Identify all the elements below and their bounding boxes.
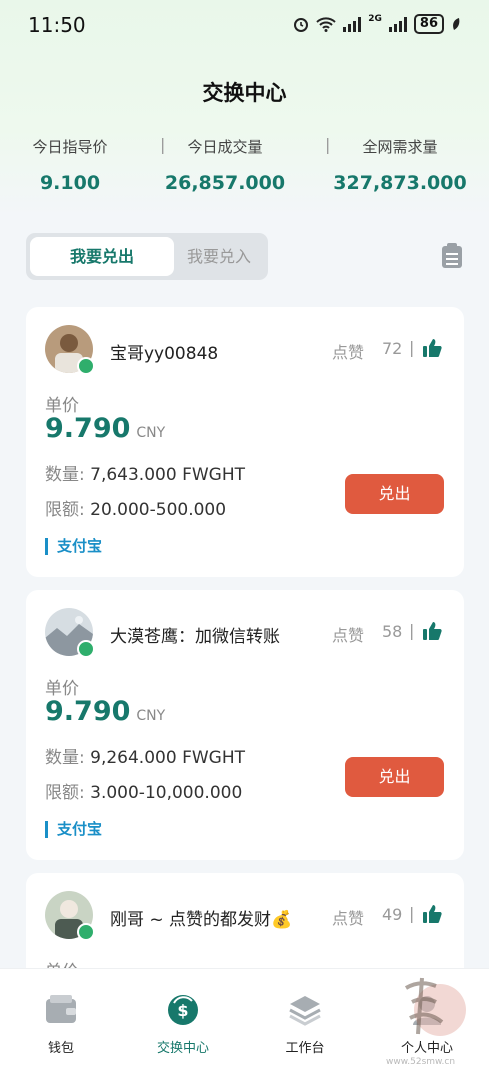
battery-icon: 86 (413, 14, 444, 34)
watermark-url: www.52smw.cn (386, 1057, 456, 1067)
status-icons: 2G 86 (293, 14, 461, 34)
online-indicator (77, 923, 95, 941)
sell-button[interactable]: 兑出 (345, 474, 444, 514)
tab-buy-in[interactable]: 我要兑入 (174, 237, 264, 276)
likes-separator: | (409, 621, 415, 640)
unit-price: 9.790 CNY (45, 413, 165, 444)
online-indicator (77, 357, 95, 375)
exchange-icon: $ (168, 995, 198, 1025)
nav-label: 工作台 (285, 1041, 325, 1056)
price-value: 9.790 (45, 413, 131, 444)
buy-sell-toggle: 我要兑出 我要兑入 (26, 233, 268, 280)
likes-label: 点赞 (332, 909, 365, 928)
listing-card: 宝哥yy00848 点赞 72 | 单价 9.790 CNY 数量: 7,643.… (26, 307, 464, 577)
thumbs-up-icon[interactable] (422, 338, 442, 358)
alarm-icon (294, 18, 309, 32)
stat-label-guide-price: 今日指导价 (32, 138, 108, 156)
quantity-row: 数量: 9,264.000 FWGHT (45, 743, 245, 768)
payment-method: 支付宝 (45, 538, 102, 555)
quantity-label: 数量: (45, 748, 85, 768)
seller-name: 刚哥 ~ 点赞的都发财💰 (110, 910, 293, 930)
quantity-label: 数量: (45, 465, 85, 485)
nav-label: 钱包 (47, 1041, 74, 1056)
likes-separator: | (409, 338, 415, 357)
sell-button[interactable]: 兑出 (345, 757, 444, 797)
listing-card: 刚哥 ~ 点赞的都发财💰 点赞 49 | 单价 (26, 873, 464, 983)
online-indicator (77, 640, 95, 658)
unit-price: 9.790 CNY (45, 696, 165, 727)
svg-text:$: $ (177, 1001, 188, 1020)
quantity-row: 数量: 7,643.000 FWGHT (45, 460, 245, 485)
limit-row: 限额: 20.000-500.000 (45, 495, 226, 520)
price-value: 9.790 (45, 696, 131, 727)
layers-icon (289, 996, 321, 1026)
stat-label-volume: 今日成交量 (187, 138, 263, 156)
listing-card: 大漠苍鹰：加微信转账 点赞 58 | 单价 9.790 CNY 数量: 9,264… (26, 590, 464, 860)
limit-value: 20.000-500.000 (90, 500, 227, 520)
limit-label: 限额: (45, 783, 85, 803)
thumbs-up-icon[interactable] (422, 621, 442, 641)
seller-name: 宝哥yy00848 (110, 344, 219, 364)
quantity-value: 7,643.000 FWGHT (90, 465, 245, 485)
stat-value-volume: 26,857.000 (164, 172, 286, 194)
watermark-seal (404, 977, 466, 1036)
likes-separator: | (409, 904, 415, 923)
clock: 11:50 (28, 13, 86, 37)
limit-value: 3.000-10,000.000 (90, 783, 243, 803)
stat-value-guide-price: 9.100 (39, 172, 101, 194)
stat-value-demand: 327,873.000 (333, 172, 467, 194)
currency: CNY (136, 425, 166, 441)
status-bar: 11:50 2G 86 (0, 0, 489, 50)
network-type: 2G (368, 14, 382, 24)
likes-label: 点赞 (332, 343, 365, 362)
nav-wallet[interactable]: 钱包 (0, 969, 122, 1081)
tab-sell-out[interactable]: 我要兑出 (30, 237, 174, 276)
payment-method: 支付宝 (45, 821, 102, 838)
stat-label-demand: 全网需求量 (362, 138, 438, 156)
nav-exchange[interactable]: $ 交换中心 (122, 969, 244, 1081)
limit-label: 限额: (45, 500, 85, 520)
thumbs-up-icon[interactable] (422, 904, 442, 924)
signal-icon-2 (388, 16, 407, 32)
limit-row: 限额: 3.000-10,000.000 (45, 778, 242, 803)
signal-icon (343, 16, 362, 32)
likes-count: 72 (382, 339, 403, 358)
nav-label: 交换中心 (156, 1041, 209, 1056)
wallet-icon (46, 995, 76, 1023)
clipboard-icon[interactable] (441, 243, 463, 269)
leaf-icon (453, 18, 460, 30)
page-title: 交换中心 (202, 81, 287, 105)
currency: CNY (136, 708, 166, 724)
nav-workbench[interactable]: 工作台 (244, 969, 366, 1081)
likes-count: 49 (382, 905, 403, 924)
seller-name: 大漠苍鹰：加微信转账 (110, 627, 280, 647)
quantity-value: 9,264.000 FWGHT (90, 748, 245, 768)
likes-label: 点赞 (332, 626, 365, 645)
wifi-icon (316, 17, 336, 32)
likes-count: 58 (382, 622, 403, 641)
